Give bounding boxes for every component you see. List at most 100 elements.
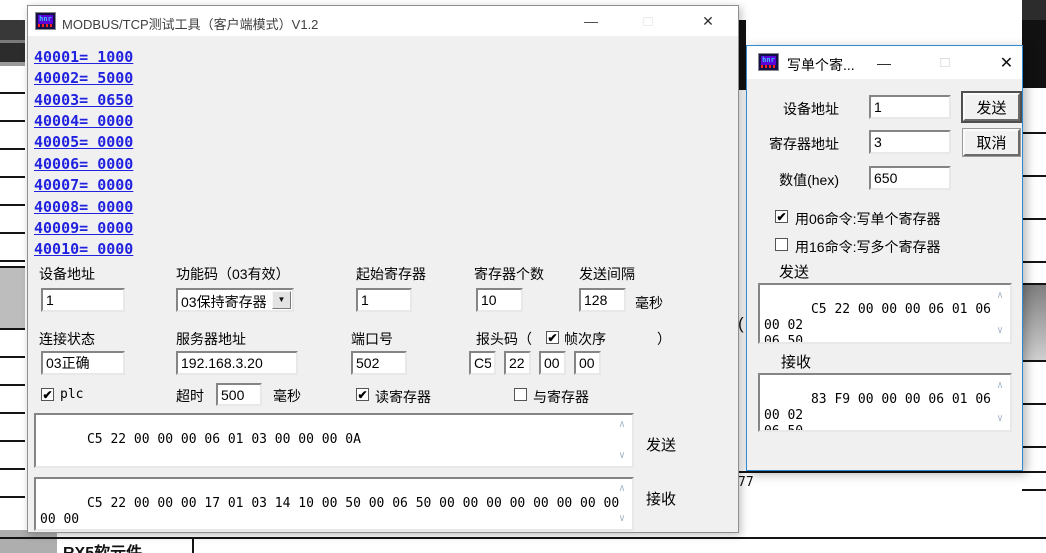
dialog-maximize-button[interactable]: □ [930,46,960,79]
header-byte4-input[interactable] [574,351,601,375]
send-data-textarea[interactable]: C5 22 00 00 00 06 01 03 00 00 00 0A ∧ ∨ [34,413,634,468]
dialog-app-icon: hnr [758,53,779,71]
maximize-icon: □ [643,13,652,30]
maximize-icon: □ [940,54,949,71]
register-link-40010[interactable]: 40010= 0000 [34,240,164,260]
header-byte2-input[interactable] [504,351,531,375]
combo-dropdown-button[interactable]: ▼ [272,291,291,309]
close-button[interactable]: ✕ [690,6,726,36]
scroll-up-icon[interactable]: ∧ [993,381,1007,391]
app-icon-led [38,24,53,27]
dialog-device-address-input[interactable] [869,95,951,119]
cmd06-checkbox[interactable]: ✔ [775,210,788,223]
server-address-input[interactable] [176,351,298,375]
plc-checkbox[interactable]: ✔ [41,388,54,401]
scroll-down-icon[interactable]: ∨ [993,326,1007,336]
background-gray-corner [0,530,57,553]
background-selected-row [0,266,25,330]
dialog-register-address-input[interactable] [869,130,951,154]
check-icon: ✔ [42,388,52,402]
background-grid-lines [0,66,25,266]
minimize-icon: — [877,55,891,71]
frame-order-checkbox[interactable]: ✔ [546,331,559,344]
background-dark-bar [1022,0,1046,20]
start-register-label: 起始寄存器 [356,264,426,284]
background-bottom-strip: RX5软元件 [0,530,1046,553]
register-link-40006[interactable]: 40006= 0000 [34,155,164,175]
background-selected-row [1022,283,1046,362]
background-grid-lines [1022,362,1046,538]
timeout-unit-label: 毫秒 [273,386,301,406]
write-register-checkbox[interactable] [514,388,527,401]
register-link-40001[interactable]: 40001= 1000 [34,48,164,68]
register-count-label: 寄存器个数 [474,264,544,284]
scroll-up-icon[interactable]: ∧ [615,420,629,430]
chevron-down-icon: ▼ [278,295,286,304]
frame-order-label: 帧次序 [564,329,606,349]
read-register-checkbox[interactable]: ✔ [356,388,369,401]
maximize-button[interactable]: □ [633,6,663,36]
timeout-label: 超时 [176,386,204,406]
app-icon-screen: hnr [761,56,776,65]
timeout-input[interactable] [216,383,262,406]
minimize-icon: — [584,13,598,29]
dialog-title: 写单个寄... [787,55,855,75]
scroll-up-icon[interactable]: ∧ [993,291,1007,301]
register-count-input[interactable] [476,288,523,312]
main-title-bar[interactable]: hnr MODBUS/TCP测试工具（客户端模式）V1.2 — □ ✕ [28,6,738,36]
port-input[interactable] [351,351,407,375]
register-link-40004[interactable]: 40004= 0000 [34,112,164,132]
header-code-label: 报头码（ [476,329,532,349]
background-left-strip [0,0,25,553]
dialog-minimize-button[interactable]: — [869,46,899,79]
app-icon-screen: hnr [38,15,53,24]
receive-area-label: 接收 [646,488,676,509]
connection-status-field[interactable] [41,351,125,375]
scroll-down-icon[interactable]: ∨ [615,514,629,524]
register-link-40003[interactable]: 40003= 0650 [34,91,164,111]
desktop: ( 77 RX5软元件 hnr MODBUS/TCP测试工具（客户端模式）V1.… [0,0,1046,553]
register-link-40009[interactable]: 40009= 0000 [34,219,164,239]
header-byte3-input[interactable] [539,351,566,375]
device-address-input[interactable] [41,288,125,312]
read-register-label: 读寄存器 [375,387,431,407]
background-dark-bar [1022,20,1046,88]
register-link-40002[interactable]: 40002= 5000 [34,69,164,89]
check-icon: ✔ [357,388,367,402]
header-code-close-paren: ） [657,329,671,349]
dialog-send-textarea[interactable]: C5 22 00 00 00 06 01 06 00 02 06 50 ∧ ∨ [758,283,1012,344]
cmd16-checkbox[interactable] [775,238,788,251]
function-code-select[interactable]: 03保持寄存器 ▼ [176,288,294,312]
modbus-main-window: hnr MODBUS/TCP测试工具（客户端模式）V1.2 — □ ✕ 4000… [27,5,739,533]
dialog-receive-textarea[interactable]: 83 F9 00 00 00 06 01 06 00 02 06 50 ∧ ∨ [758,373,1012,432]
device-address-label: 设备地址 [39,264,95,284]
dialog-send-button[interactable]: 发送 [963,93,1020,121]
register-link-40007[interactable]: 40007= 0000 [34,176,164,196]
background-vline [192,537,194,553]
dialog-send-text: C5 22 00 00 00 06 01 06 00 02 06 50 [764,302,999,344]
background-line [737,471,1046,473]
send-interval-input[interactable] [579,288,626,312]
register-link-40008[interactable]: 40008= 0000 [34,198,164,218]
dialog-cancel-button[interactable]: 取消 [963,129,1020,156]
dialog-title-bar[interactable]: hnr 写单个寄... — □ ✕ [747,46,1022,79]
write-register-dialog: hnr 写单个寄... — □ ✕ 设备地址 发送 寄存器地址 取消 数值(he… [746,45,1023,471]
header-byte1-input[interactable] [469,351,496,375]
receive-data-text: C5 22 00 00 00 17 01 03 14 10 00 50 00 0… [40,496,627,531]
start-register-input[interactable] [356,288,412,312]
scroll-down-icon[interactable]: ∨ [615,451,629,461]
background-dark-bar [0,20,25,40]
server-address-label: 服务器地址 [176,329,246,349]
scroll-up-icon[interactable]: ∧ [615,484,629,494]
dialog-value-hex-input[interactable] [869,166,951,190]
check-icon: ✔ [547,331,557,345]
send-area-label: 发送 [646,434,676,455]
minimize-button[interactable]: — [576,6,606,36]
receive-data-textarea[interactable]: C5 22 00 00 00 17 01 03 14 10 00 50 00 0… [34,477,634,531]
plc-label: plc [60,387,83,402]
background-line [0,537,1046,539]
scroll-down-icon[interactable]: ∨ [993,414,1007,424]
dialog-close-button[interactable]: ✕ [991,46,1022,79]
register-link-40005[interactable]: 40005= 0000 [34,133,164,153]
cmd06-label: 用06命令:写单个寄存器 [795,209,940,229]
